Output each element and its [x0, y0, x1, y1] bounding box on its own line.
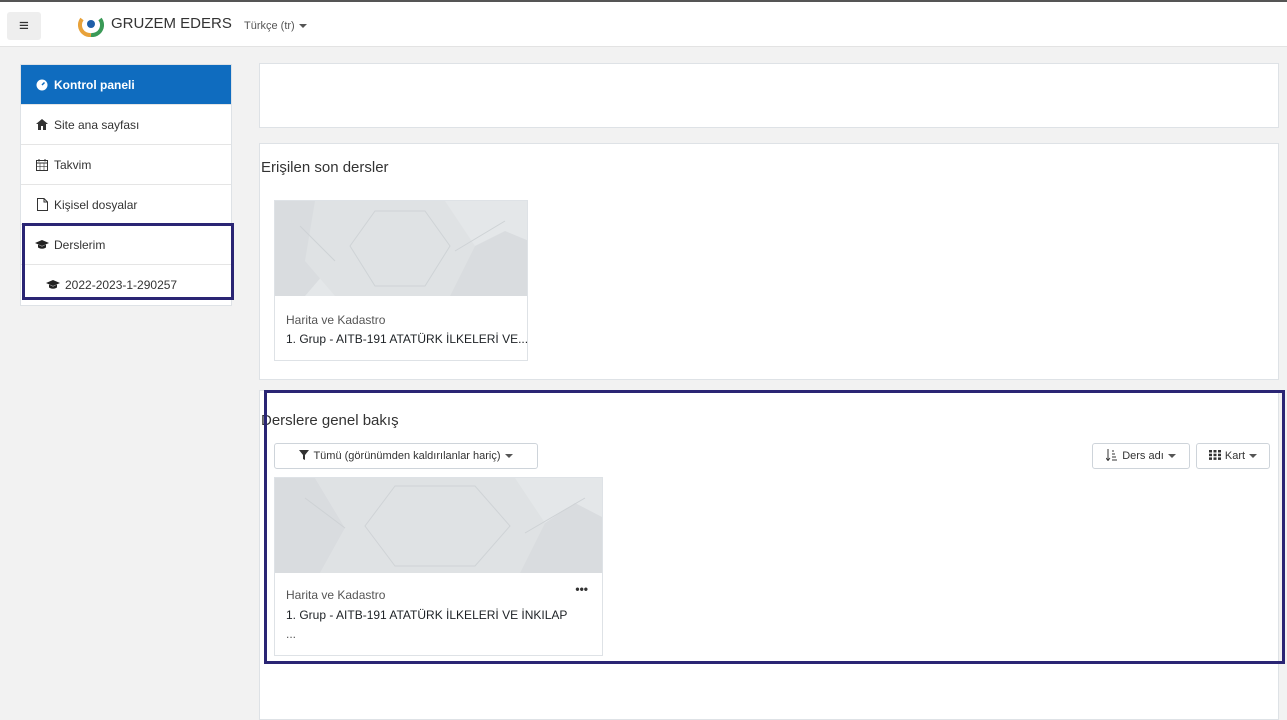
- caret-down-icon: [504, 454, 513, 458]
- sidebar-nav: Kontrol paneli Site ana sayfası Takvim K…: [20, 64, 232, 306]
- top-navbar: ≡ GRUZEM EDERS Türkçe ‎(tr)‎: [0, 0, 1287, 47]
- grid-icon: [1208, 449, 1221, 463]
- course-name-link[interactable]: 1. Grup - AITB-191 ATATÜRK İLKELERİ VE..…: [286, 332, 528, 346]
- sidebar-item-label: Site ana sayfası: [54, 117, 140, 132]
- recent-courses-title: Erişilen son dersler: [261, 159, 389, 176]
- sidebar-item-course-2022-2023-1-290257[interactable]: 2022-2023-1-290257: [21, 265, 231, 305]
- site-brand[interactable]: GRUZEM EDERS: [111, 15, 232, 32]
- course-overview-title: Derslere genel bakış: [261, 412, 399, 429]
- recent-courses-block: Erişilen son dersler Harita ve Kadastro …: [259, 143, 1279, 380]
- sidebar-item-label: Kontrol paneli: [54, 77, 135, 92]
- home-icon: [34, 119, 50, 130]
- menu-toggle-button[interactable]: ≡: [7, 12, 41, 40]
- graduation-cap-icon: [45, 280, 61, 290]
- sidebar-item-label: Derslerim: [54, 237, 106, 252]
- language-label: Türkçe ‎(tr)‎: [244, 20, 295, 32]
- filter-dropdown-button[interactable]: Tümü (görünümden kaldırılanlar hariç): [274, 443, 538, 469]
- calendar-icon: [34, 158, 50, 171]
- sidebar-item-private-files[interactable]: Kişisel dosyalar: [21, 185, 231, 225]
- course-image[interactable]: [275, 478, 602, 573]
- course-actions-menu-icon[interactable]: •••: [575, 582, 588, 596]
- gruzem-logo[interactable]: [78, 13, 104, 37]
- graduation-cap-icon: [34, 239, 50, 250]
- overview-course-card[interactable]: Harita ve Kadastro ••• 1. Grup - AITB-19…: [274, 477, 603, 656]
- file-icon: [34, 198, 50, 211]
- course-pattern-image: [275, 201, 527, 296]
- sidebar-item-label: Kişisel dosyalar: [54, 197, 138, 212]
- language-menu[interactable]: Türkçe ‎(tr)‎: [244, 20, 307, 32]
- caret-down-icon: [298, 24, 307, 29]
- sort-label: Ders adı: [1122, 450, 1164, 462]
- sidebar-item-label: Takvim: [54, 157, 92, 172]
- caret-down-icon: [1249, 454, 1258, 458]
- sidebar-item-dashboard[interactable]: Kontrol paneli: [21, 65, 231, 105]
- sidebar-item-label: 2022-2023-1-290257: [65, 278, 178, 292]
- sidebar-item-site-home[interactable]: Site ana sayfası: [21, 105, 231, 145]
- course-category: Harita ve Kadastro: [286, 313, 386, 327]
- filter-label: Tümü (görünümden kaldırılanlar hariç): [313, 450, 501, 462]
- recent-course-card[interactable]: Harita ve Kadastro 1. Grup - AITB-191 AT…: [274, 200, 528, 361]
- sort-amount-icon: [1105, 448, 1118, 464]
- hamburger-icon: ≡: [19, 16, 29, 35]
- course-name-link[interactable]: 1. Grup - AITB-191 ATATÜRK İLKELERİ VE İ…: [286, 608, 567, 622]
- caret-down-icon: [1167, 454, 1176, 458]
- view-label: Kart: [1224, 450, 1246, 462]
- sort-dropdown-button[interactable]: Ders adı: [1092, 443, 1190, 469]
- course-pattern-image: [275, 478, 602, 573]
- filter-icon: [299, 449, 310, 463]
- top-block: [259, 63, 1279, 128]
- view-dropdown-button[interactable]: Kart: [1196, 443, 1270, 469]
- course-image[interactable]: [275, 201, 527, 296]
- dashboard-icon: [34, 79, 50, 91]
- course-name-ellipsis: ...: [286, 627, 297, 641]
- sidebar-item-calendar[interactable]: Takvim: [21, 145, 231, 185]
- sidebar-item-my-courses[interactable]: Derslerim: [21, 225, 231, 265]
- course-overview-block: Derslere genel bakış Tümü (görünümden ka…: [259, 390, 1279, 720]
- course-category: Harita ve Kadastro: [286, 588, 386, 602]
